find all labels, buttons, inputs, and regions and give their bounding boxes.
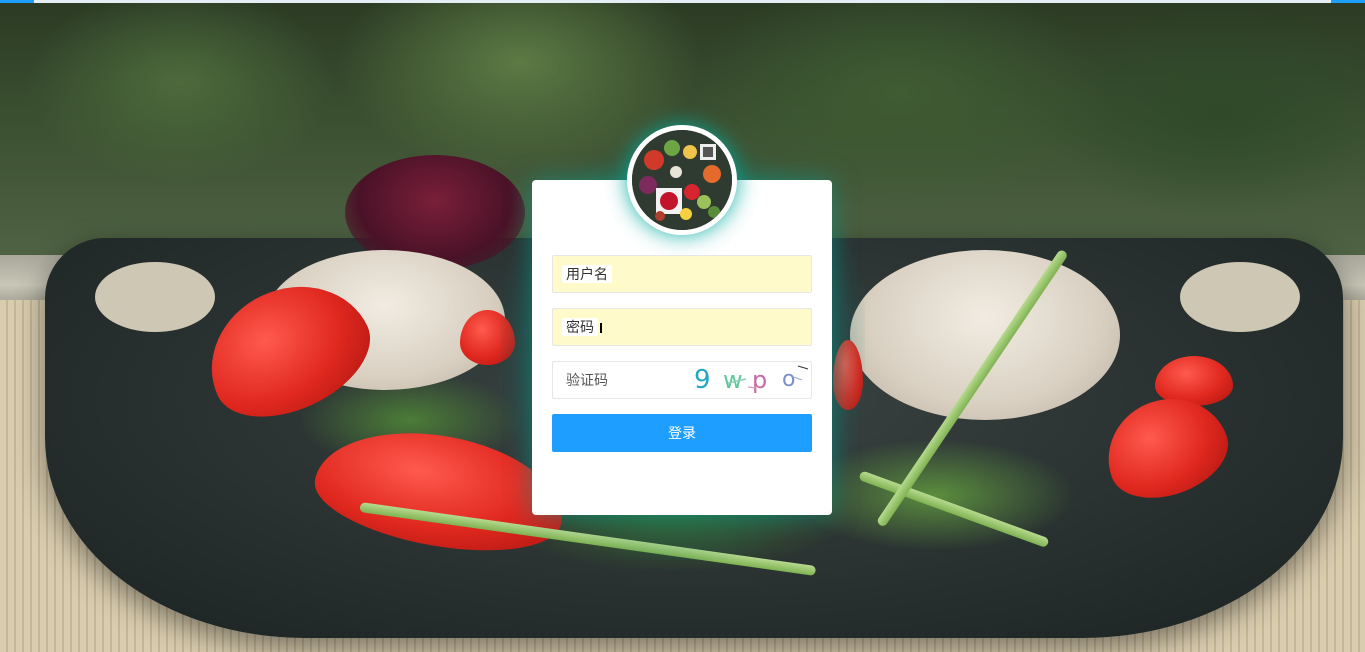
logo-avatar [627,125,737,235]
captcha-image[interactable]: 9 w p o [690,363,810,397]
text-cursor [600,323,602,333]
captcha-noise [727,365,809,389]
login-button[interactable]: 登录 [552,414,812,452]
password-placeholder: 密码 [562,318,598,336]
login-page: 用户名 密码 验证码 9 w p o 登录 [0,0,1365,652]
food-logo-image [632,130,732,230]
username-placeholder: 用户名 [562,265,612,283]
captcha-placeholder: 验证码 [566,372,608,388]
